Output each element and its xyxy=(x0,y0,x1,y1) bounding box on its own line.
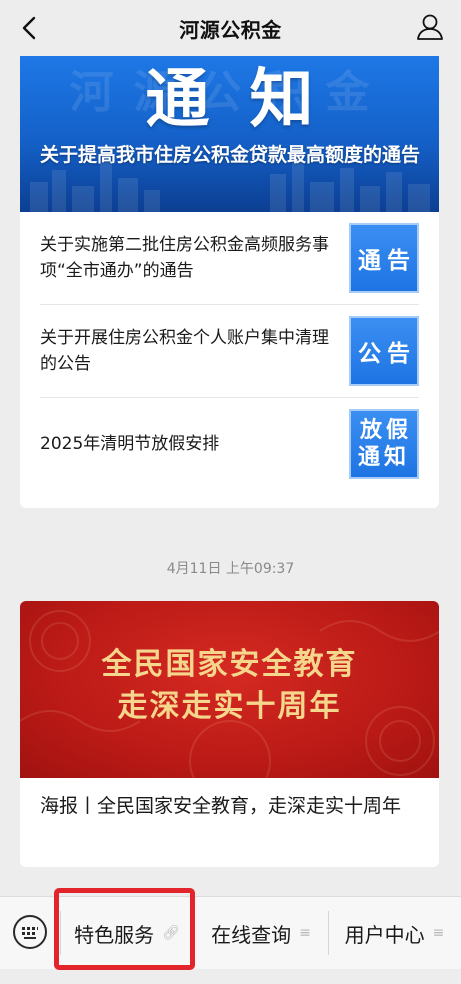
list-item[interactable]: 2025年清明节放假安排 放假 通知 xyxy=(40,398,419,490)
menu-item-user-center[interactable]: 用户中心 ≡ xyxy=(328,897,461,969)
bottom-menu-bar: 特色服务 🔗︎ 在线查询 ≡ 用户中心 ≡ xyxy=(0,896,461,969)
notice-list: 关于实施第二批住房公积金高频服务事项“全市通办”的通告 通告 关于开展住房公积金… xyxy=(40,212,419,490)
cover-headline-line-2: 走深走实十周年 xyxy=(117,689,342,724)
list-item[interactable]: 关于实施第二批住房公积金高频服务事项“全市通办”的通告 通告 xyxy=(40,212,419,305)
article-card[interactable]: 全民国家安全教育 走深走实十周年 海报丨全民国家安全教育，走深走实十周年 xyxy=(20,601,439,867)
notice-title: 关于开展住房公积金个人账户集中清理的公告 xyxy=(40,328,329,374)
article-cover-image: 全民国家安全教育 走深走实十周年 xyxy=(20,601,439,778)
page-title: 河源公积金 xyxy=(179,18,282,42)
menu-lines-icon: ≡ xyxy=(432,925,445,941)
article-title: 海报丨全民国家安全教育，走深走实十周年 xyxy=(40,795,402,817)
keyboard-icon[interactable] xyxy=(13,915,47,949)
notice-hero-banner[interactable]: 河源公积金 通知 关于提高我市住房公积金贷款最高额度的通告 xyxy=(20,56,439,212)
link-icon: 🔗︎ xyxy=(162,925,180,941)
cover-headline-line-1: 全民国家安全教育 xyxy=(101,647,358,682)
menu-item-label: 用户中心 xyxy=(344,922,425,947)
notice-thumbnail: 放假 通知 xyxy=(349,409,419,479)
hero-subtitle: 关于提高我市住房公积金贷款最高额度的通告 xyxy=(40,144,421,166)
menu-item-label: 特色服务 xyxy=(74,922,155,947)
menu-item-special-services[interactable]: 特色服务 🔗︎ xyxy=(60,897,194,969)
menu-item-label: 在线查询 xyxy=(211,922,292,947)
menu-lines-icon: ≡ xyxy=(299,925,311,941)
message-timestamp: 4月11日 上午09:37 xyxy=(166,561,295,577)
hero-headline: 通知 xyxy=(145,63,354,137)
menu-item-online-query[interactable]: 在线查询 ≡ xyxy=(194,897,328,969)
user-icon[interactable] xyxy=(415,12,445,42)
keyboard-glyph xyxy=(22,927,38,939)
top-bar: 河源公积金 xyxy=(0,0,461,56)
notice-title: 2025年清明节放假安排 xyxy=(40,434,220,454)
notice-title: 关于实施第二批住房公积金高频服务事项“全市通办”的通告 xyxy=(40,235,329,281)
notice-thumbnail: 公告 xyxy=(349,316,419,386)
list-item[interactable]: 关于开展住房公积金个人账户集中清理的公告 公告 xyxy=(40,305,419,398)
notice-card: 河源公积金 通知 关于提高我市住房公积金贷款最高额度的通告 关于实施第二批住房公… xyxy=(20,56,439,508)
notice-thumbnail: 通告 xyxy=(349,223,419,293)
